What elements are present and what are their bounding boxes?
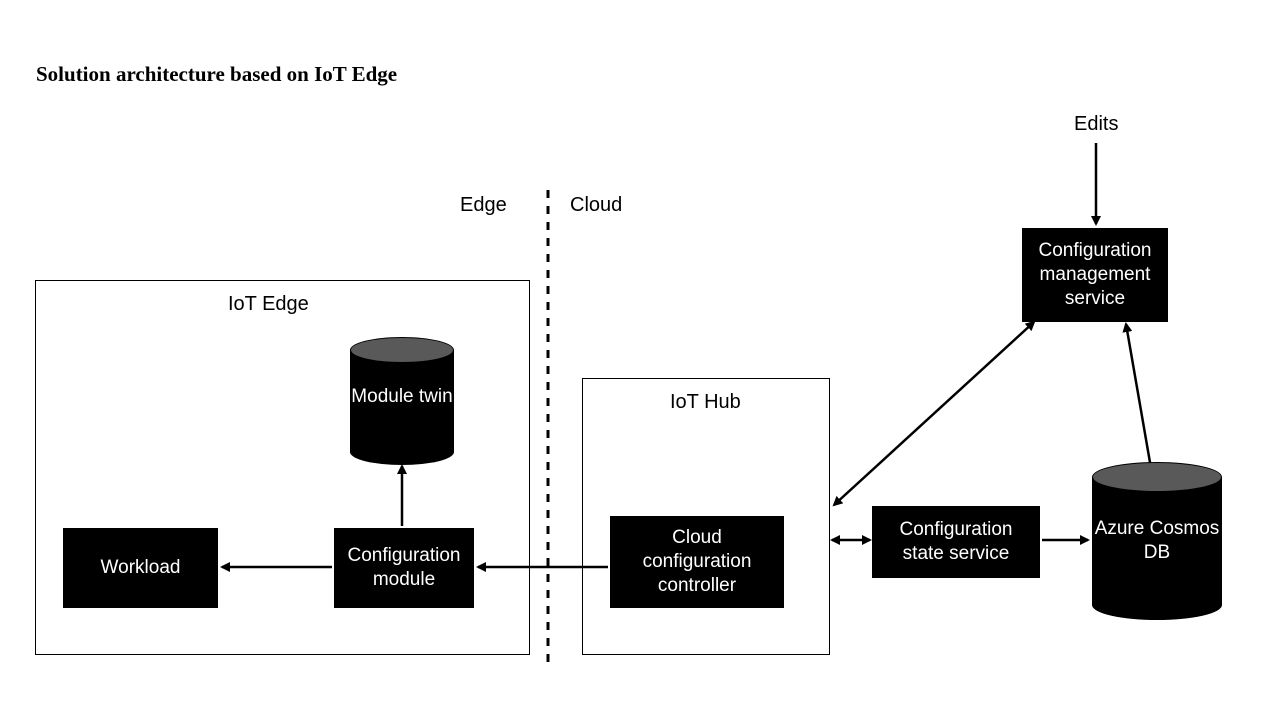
node-config-module: Configuration module bbox=[334, 528, 474, 608]
node-config-state-service-label: Configuration state service bbox=[880, 518, 1032, 566]
node-workload: Workload bbox=[63, 528, 218, 608]
container-label-iot-edge: IoT Edge bbox=[228, 293, 309, 316]
page-title: Solution architecture based on IoT Edge bbox=[36, 62, 397, 87]
arrow-mgmt-hub-bi bbox=[834, 322, 1034, 505]
container-label-iot-hub: IoT Hub bbox=[670, 391, 741, 414]
node-config-mgmt-service: Configuration management service bbox=[1022, 228, 1168, 322]
node-workload-label: Workload bbox=[101, 556, 181, 580]
node-cosmos-db: Azure Cosmos DB bbox=[1092, 462, 1222, 620]
node-cloud-config-controller-label: Cloud configuration controller bbox=[618, 526, 776, 597]
arrow-cosmos-to-mgmt bbox=[1126, 324, 1152, 474]
node-cosmos-db-label: Azure Cosmos DB bbox=[1095, 518, 1220, 563]
node-cloud-config-controller: Cloud configuration controller bbox=[610, 516, 784, 608]
region-label-edge: Edge bbox=[460, 194, 507, 217]
node-config-mgmt-service-label: Configuration management service bbox=[1030, 239, 1160, 310]
node-config-module-label: Configuration module bbox=[342, 544, 466, 592]
region-label-cloud: Cloud bbox=[570, 194, 622, 217]
label-edits: Edits bbox=[1074, 113, 1118, 136]
node-config-state-service: Configuration state service bbox=[872, 506, 1040, 578]
node-module-twin-label: Module twin bbox=[351, 386, 452, 407]
node-module-twin: Module twin bbox=[350, 337, 454, 465]
